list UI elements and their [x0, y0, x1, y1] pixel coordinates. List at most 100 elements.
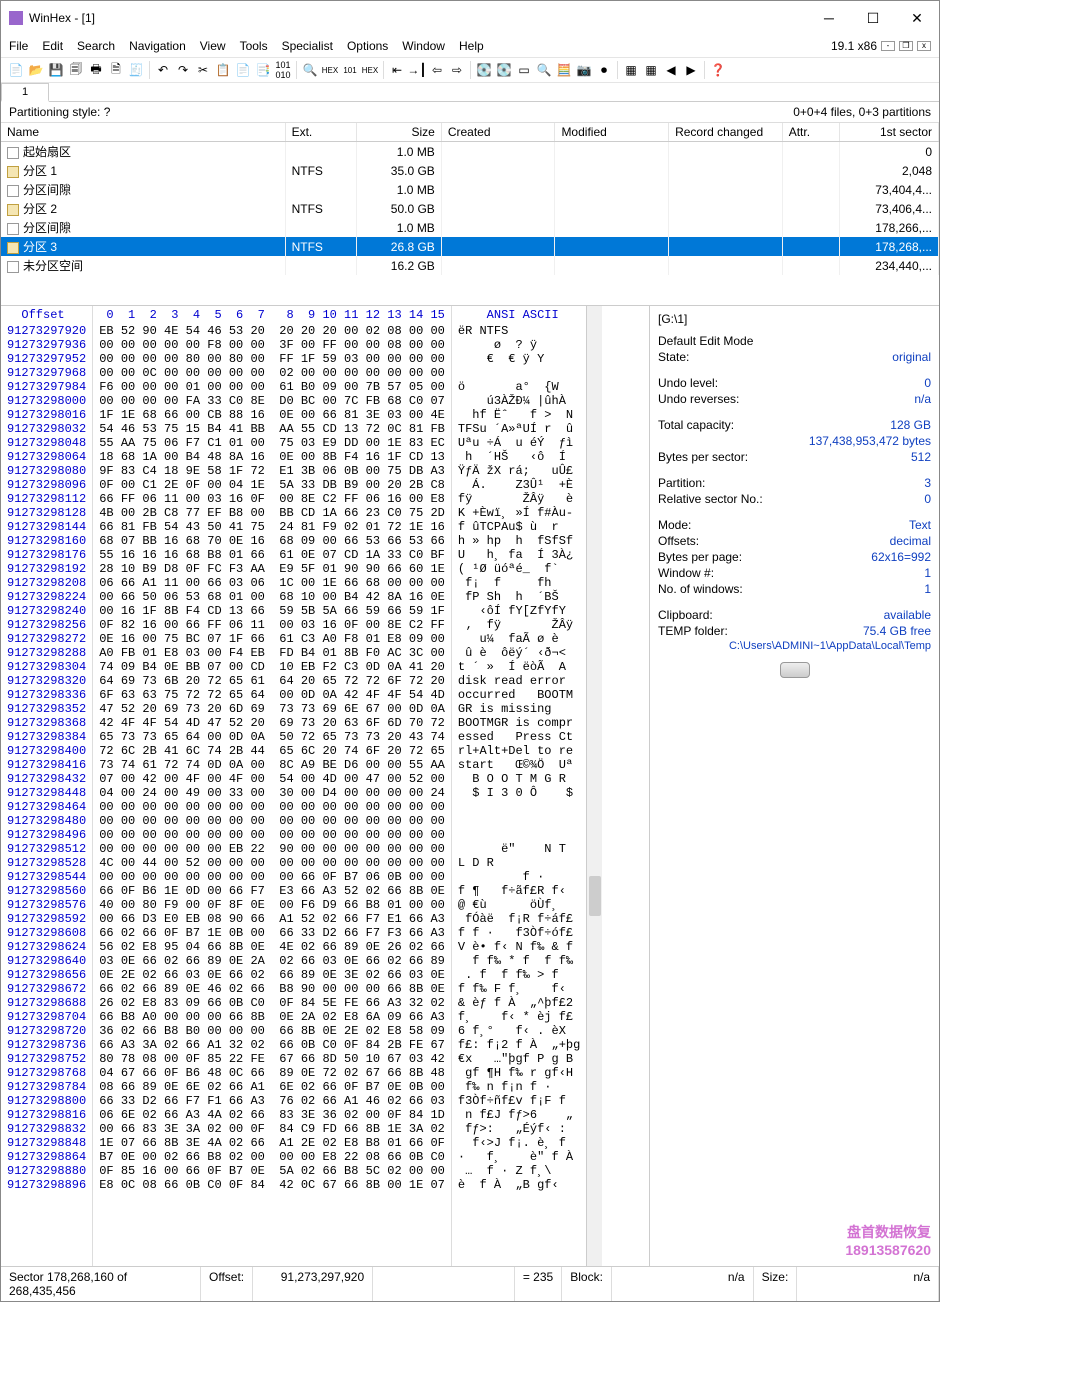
- open-icon[interactable]: 📂: [27, 61, 45, 79]
- menu-view[interactable]: View: [200, 39, 226, 53]
- temp-path: C:\Users\ADMINI~1\AppData\Local\Temp: [729, 640, 931, 652]
- temp-value: 75.4 GB free: [863, 624, 931, 638]
- paste2-icon[interactable]: 📑: [254, 61, 272, 79]
- table-row[interactable]: 分区间隙1.0 MB178,266,...: [1, 218, 939, 237]
- menu-window[interactable]: Window: [402, 39, 445, 53]
- menu-file[interactable]: File: [9, 39, 28, 53]
- edit-mode-label: Default Edit Mode: [658, 334, 753, 348]
- col-first[interactable]: 1st sector: [839, 123, 939, 142]
- props-icon[interactable]: 🗎: [107, 61, 125, 79]
- col-modified[interactable]: Modified: [555, 123, 669, 142]
- disk-icon: [780, 662, 810, 678]
- win-no-value: 1: [924, 566, 931, 580]
- menu-specialist[interactable]: Specialist: [282, 39, 333, 53]
- menu-edit[interactable]: Edit: [42, 39, 63, 53]
- capacity-label: Total capacity:: [658, 418, 734, 432]
- replace-icon[interactable]: 101: [341, 61, 359, 79]
- new-icon[interactable]: 📄: [7, 61, 25, 79]
- tab-1[interactable]: 1: [1, 83, 49, 102]
- toolbar: 📄 📂 💾 🗐 🖶 🗎 🧾 ↶ ↷ ✂ 📋 📄 📑 101010 🔍 HEX 1…: [1, 57, 939, 83]
- paste-icon[interactable]: 📄: [234, 61, 252, 79]
- status-size-label: Size:: [754, 1267, 798, 1301]
- blocks2-icon[interactable]: ▦: [642, 61, 660, 79]
- offset-icon[interactable]: 101010: [274, 61, 292, 79]
- offsets-label: Offsets:: [658, 534, 699, 548]
- col-ext[interactable]: Ext.: [285, 123, 356, 142]
- mode-value: Text: [909, 518, 931, 532]
- col-record[interactable]: Record changed: [669, 123, 783, 142]
- partition-label: Partition:: [658, 476, 705, 490]
- menu-search[interactable]: Search: [77, 39, 115, 53]
- sub-minimize-button[interactable]: -: [881, 41, 895, 51]
- status-block-label: Block:: [562, 1267, 612, 1301]
- menu-options[interactable]: Options: [347, 39, 388, 53]
- undo-reverses-value: n/a: [914, 392, 931, 406]
- temp-label: TEMP folder:: [658, 624, 728, 638]
- print-icon[interactable]: 🖶: [87, 61, 105, 79]
- ram-icon[interactable]: ▭: [515, 61, 533, 79]
- file-count-label: 0+0+4 files, 0+3 partitions: [793, 105, 931, 119]
- back-icon[interactable]: ⇦: [428, 61, 446, 79]
- rel-sector-label: Relative sector No.:: [658, 492, 763, 506]
- table-row[interactable]: 分区间隙1.0 MB73,404,4...: [1, 180, 939, 199]
- disk1-icon[interactable]: 💽: [475, 61, 493, 79]
- cut-icon[interactable]: ✂: [194, 61, 212, 79]
- table-row[interactable]: 分区 3NTFS26.8 GB178,268,...: [1, 237, 939, 256]
- disk2-icon[interactable]: 💽: [495, 61, 513, 79]
- menu-tools[interactable]: Tools: [240, 39, 268, 53]
- col-attr[interactable]: Attr.: [782, 123, 839, 142]
- clipboard-label: Clipboard:: [658, 608, 713, 622]
- state-label: State:: [658, 350, 689, 364]
- window-title: WinHex - [1]: [29, 11, 95, 25]
- table-row[interactable]: 未分区空间16.2 GB234,440,...: [1, 256, 939, 275]
- minimize-button[interactable]: ─: [807, 5, 851, 31]
- watermark-line1: 盘首数据恢复: [845, 1222, 931, 1242]
- col-size[interactable]: Size: [356, 123, 441, 142]
- bps-label: Bytes per sector:: [658, 450, 748, 464]
- menu-help[interactable]: Help: [459, 39, 484, 53]
- blocks-icon[interactable]: ▦: [622, 61, 640, 79]
- menu-navigation[interactable]: Navigation: [129, 39, 186, 53]
- col-created[interactable]: Created: [441, 123, 555, 142]
- goto-start-icon[interactable]: ⇤: [388, 61, 406, 79]
- fwd-icon[interactable]: ⇨: [448, 61, 466, 79]
- no-win-value: 1: [924, 582, 931, 596]
- undo-icon[interactable]: ↶: [154, 61, 172, 79]
- find-hex-icon[interactable]: HEX: [321, 61, 339, 79]
- col-name[interactable]: Name: [1, 123, 285, 142]
- undo-level-value: 0: [924, 376, 931, 390]
- help-icon[interactable]: ❓: [709, 61, 727, 79]
- bpp-value: 62x16=992: [871, 550, 931, 564]
- camera-icon[interactable]: 📷: [575, 61, 593, 79]
- goto-offset-icon[interactable]: →┃: [408, 61, 426, 79]
- table-row[interactable]: 起始扇区1.0 MB0: [1, 142, 939, 162]
- save-icon[interactable]: 💾: [47, 61, 65, 79]
- sub-close-button[interactable]: x: [917, 41, 931, 51]
- record-icon[interactable]: ⏺: [595, 61, 613, 79]
- maximize-button[interactable]: ☐: [851, 5, 895, 31]
- rel-sector-value: 0: [924, 492, 931, 506]
- partition-table: Name Ext. Size Created Modified Record c…: [1, 123, 939, 275]
- replace-hex-icon[interactable]: HEX: [361, 61, 379, 79]
- find-icon[interactable]: 🔍: [301, 61, 319, 79]
- version-label: 19.1 x86: [831, 39, 877, 53]
- hex-scrollbar[interactable]: [586, 306, 602, 1266]
- copy-icon[interactable]: 📋: [214, 61, 232, 79]
- partition-value: 3: [924, 476, 931, 490]
- save2-icon[interactable]: 🗐: [67, 61, 85, 79]
- mode-label: Mode:: [658, 518, 691, 532]
- offset-column[interactable]: Offset 91273297920 91273297936 912732979…: [1, 306, 93, 1266]
- close-button[interactable]: ✕: [895, 5, 939, 31]
- tree-icon[interactable]: 🧾: [127, 61, 145, 79]
- next-icon[interactable]: ▶: [682, 61, 700, 79]
- table-row[interactable]: 分区 2NTFS50.0 GB73,406,4...: [1, 199, 939, 218]
- ascii-column[interactable]: ANSI ASCIIëR NTFS ø ? ÿ € € ÿ Y ö a° {W …: [451, 306, 586, 1266]
- magnify-icon[interactable]: 🔍: [535, 61, 553, 79]
- table-row[interactable]: 分区 1NTFS35.0 GB2,048: [1, 161, 939, 180]
- prev-icon[interactable]: ◀: [662, 61, 680, 79]
- calc-icon[interactable]: 🧮: [555, 61, 573, 79]
- hex-bytes-column[interactable]: 0 1 2 3 4 5 6 7 8 9 10 11 12 13 14 15EB …: [93, 306, 451, 1266]
- sub-restore-button[interactable]: ❐: [899, 41, 913, 51]
- status-block-value: n/a: [612, 1267, 754, 1301]
- redo-icon[interactable]: ↷: [174, 61, 192, 79]
